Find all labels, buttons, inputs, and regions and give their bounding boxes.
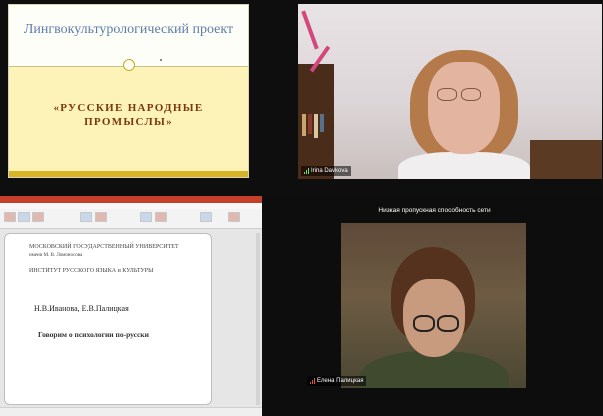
mouse-cursor-icon [160,59,162,61]
signal-strength-icon [310,378,315,384]
low-bandwidth-notice: Низкая пропускная способность сети [378,207,491,214]
slide-bottom-strip [9,171,248,177]
ribbon-tabs[interactable] [0,203,262,209]
ribbon-tool-icon[interactable] [80,212,92,222]
ribbon-tool-icon[interactable] [4,212,16,222]
video-tile-irina[interactable]: Irina Davkova [298,4,602,179]
ppt-ribbon[interactable] [0,203,262,229]
ppt-slide-canvas[interactable]: МОСКОВСКИЙ ГОСУДАРСТВЕННЫЙ УНИВЕРСИТЕТ и… [4,233,212,405]
glasses-left [413,315,435,332]
powerpoint-window[interactable]: МОСКОВСКИЙ ГОСУДАРСТВЕННЫЙ УНИВЕРСИТЕТ и… [0,196,262,416]
ribbon-tool-icon[interactable] [200,212,212,222]
glasses-right [437,315,459,332]
name-tag-irina: Irina Davkova [301,166,351,176]
authors: Н.В.Иванова, Е.В.Палицкая [34,304,129,313]
glasses-left [437,88,457,101]
ribbon-tool-icon[interactable] [228,212,240,222]
participant-name: Елена Палицкая [317,378,364,384]
ppt-statusbar [0,407,262,416]
ribbon-tool-icon[interactable] [18,212,30,222]
video-frame [341,223,526,388]
university-name: МОСКОВСКИЙ ГОСУДАРСТВЕННЫЙ УНИВЕРСИТЕТ [29,244,179,250]
ribbon-tool-icon[interactable] [140,212,152,222]
book-title: Говорим о психологии по-русски [38,330,149,339]
shared-slide-top: Лингвокультурологический проект «РУССКИЕ… [8,4,249,178]
participant-name: Irina Davkova [311,168,348,174]
ribbon-tool-icon[interactable] [95,212,107,222]
ppt-scrollbar[interactable] [256,233,260,405]
institute-name: ИНСТИТУТ РУССКОГО ЯЗЫКА и КУЛЬТУРЫ [29,268,154,274]
university-subname: имени М. В. Ломоносова [29,253,83,258]
ppt-titlebar [0,196,262,203]
ribbon-tool-icon[interactable] [32,212,44,222]
slide-subtitle: «РУССКИЕ НАРОДНЫЕ ПРОМЫСЛЫ» [53,102,204,128]
slide-circle-ornament [123,59,135,71]
bookshelf-right [530,140,602,179]
ribbon-tool-icon[interactable] [155,212,167,222]
signal-strength-icon [304,168,309,174]
person-body [398,152,530,179]
name-tag-elena: Елена Палицкая [307,376,367,386]
person-face [428,62,500,154]
lamp-ornament [301,10,319,50]
slide-title: Лингвокультурологический проект [23,22,234,37]
video-tile-elena[interactable]: Низкая пропускная способность сети Елена… [266,196,603,416]
glasses-right [461,88,481,101]
